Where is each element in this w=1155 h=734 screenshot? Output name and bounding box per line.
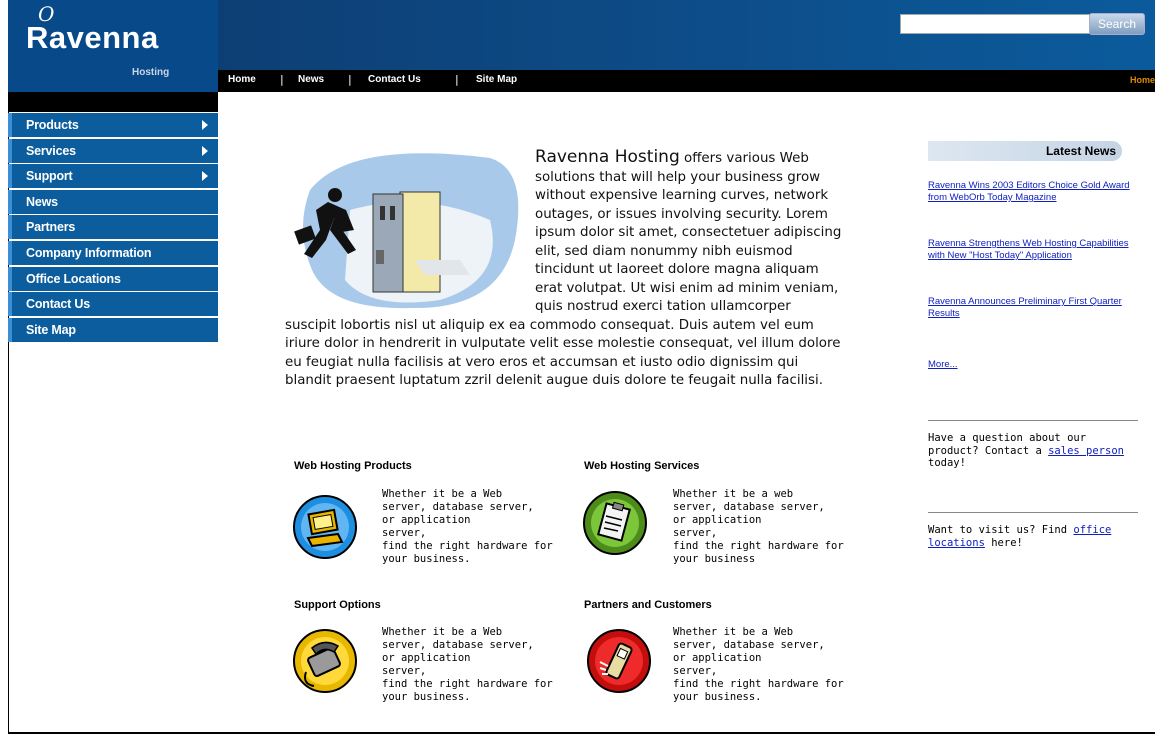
menu-item-label: Services — [26, 143, 76, 158]
arrow-right-icon — [202, 171, 208, 182]
news-link[interactable]: Ravenna Strengthens Web Hosting Capabili… — [928, 238, 1140, 262]
divider — [928, 420, 1138, 421]
nav-contact-us[interactable]: Contact Us — [368, 74, 421, 85]
nav-home-right[interactable]: Home — [1130, 75, 1155, 85]
news-link[interactable]: Ravenna Announces Preliminary First Quar… — [928, 296, 1140, 320]
nav-home[interactable]: Home — [228, 74, 256, 85]
office-visit-text: Want to visit us? Find office locations … — [928, 524, 1128, 549]
mobile-phone-icon[interactable] — [586, 628, 652, 694]
menu-item-products[interactable]: Products — [8, 113, 218, 137]
logo-subtitle: Hosting — [132, 67, 170, 78]
menu-item-label: Partners — [26, 220, 76, 235]
computer-icon[interactable] — [292, 494, 358, 560]
sales-person-link[interactable]: sales person — [1048, 445, 1124, 457]
menu-item-label: Contact Us — [26, 297, 90, 312]
menu-item-label: News — [26, 194, 58, 209]
intro-float-spacer — [285, 148, 535, 316]
feature-title-services[interactable]: Web Hosting Services — [584, 460, 699, 472]
more-news-link[interactable]: More... — [928, 359, 1140, 371]
menu-item-partners[interactable]: Partners — [8, 215, 218, 240]
feature-text-support: Whether it be a Web server, database ser… — [382, 626, 553, 703]
menu-top-bar — [8, 92, 218, 112]
menu-item-news[interactable]: News — [8, 189, 218, 214]
arrow-right-icon — [202, 120, 208, 130]
menu-item-support[interactable]: Support — [8, 164, 218, 189]
search-input[interactable] — [900, 14, 1090, 34]
arrow-right-icon — [202, 145, 208, 156]
top-nav: Home | News | Contact Us | Site Map Home — [218, 70, 1155, 92]
sales-contact-suffix: today! — [928, 457, 966, 469]
sales-contact-text: Have a question about our product? Conta… — [928, 432, 1128, 470]
office-visit-suffix: here! — [984, 536, 1023, 549]
side-menu: Products Services Support News Partners … — [8, 113, 218, 343]
nav-news[interactable]: News — [298, 74, 324, 85]
feature-text-services: Whether it be a web server, database ser… — [673, 488, 844, 565]
nav-site-map[interactable]: Site Map — [476, 74, 517, 85]
feature-text-products: Whether it be a Web server, database ser… — [382, 488, 553, 565]
clipboard-icon[interactable] — [582, 490, 648, 556]
intro-lead: Ravenna Hosting — [535, 147, 680, 167]
menu-item-office-locations[interactable]: Office Locations — [8, 266, 218, 291]
nav-separator: | — [280, 73, 284, 86]
menu-item-site-map[interactable]: Site Map — [8, 317, 218, 342]
search-button[interactable]: Search — [1089, 13, 1145, 35]
menu-item-label: Company Information — [26, 245, 152, 260]
latest-news-heading: Latest News — [928, 141, 1122, 161]
feature-title-products[interactable]: Web Hosting Products — [294, 460, 412, 472]
menu-item-services[interactable]: Services — [8, 138, 218, 163]
feature-title-partners[interactable]: Partners and Customers — [584, 599, 712, 611]
intro-text: Ravenna Hosting offers various Web solut… — [285, 148, 845, 391]
feature-title-support[interactable]: Support Options — [294, 599, 381, 611]
header-band — [218, 0, 1155, 70]
nav-separator: | — [348, 73, 352, 86]
news-link[interactable]: Ravenna Wins 2003 Editors Choice Gold Aw… — [928, 180, 1140, 204]
telephone-icon[interactable] — [292, 628, 358, 694]
menu-item-company-information[interactable]: Company Information — [8, 240, 218, 265]
logo[interactable]: O Ravenna Hosting — [8, 0, 218, 92]
divider — [928, 512, 1138, 513]
nav-separator: | — [455, 73, 459, 86]
menu-item-label: Office Locations — [26, 271, 121, 286]
feature-text-partners: Whether it be a Web server, database ser… — [673, 626, 844, 703]
menu-item-label: Products — [26, 118, 79, 132]
menu-item-label: Site Map — [26, 322, 76, 337]
menu-item-contact-us[interactable]: Contact Us — [8, 292, 218, 317]
menu-item-label: Support — [26, 169, 73, 184]
office-visit-prefix: Want to visit us? Find — [928, 524, 1074, 536]
page-header: O Ravenna Hosting Search Home | News | C… — [0, 0, 1155, 92]
logo-text: Ravenna — [26, 20, 159, 55]
